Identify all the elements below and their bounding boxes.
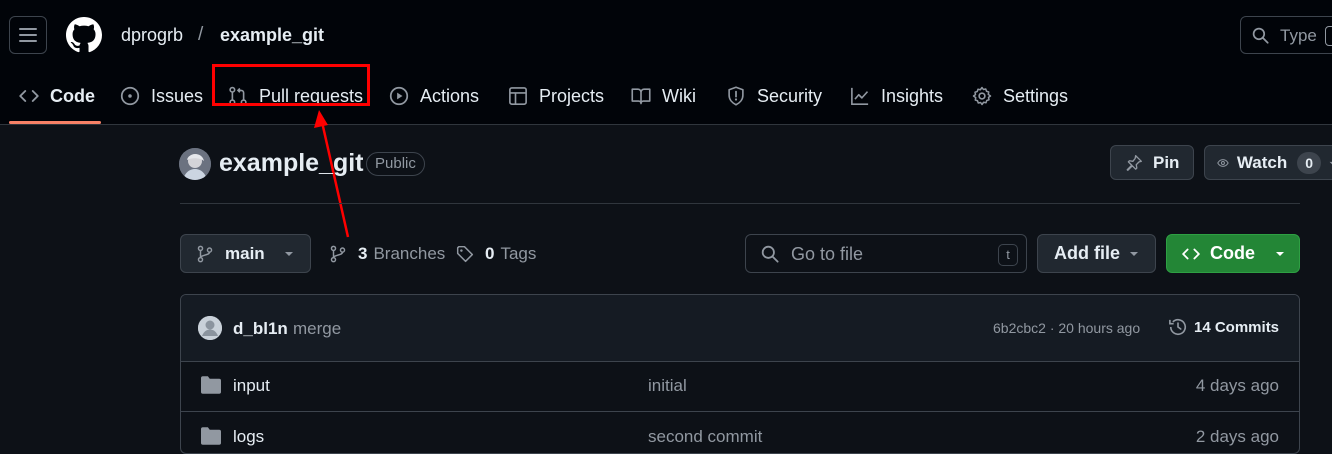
chevron-down-icon [285, 251, 293, 256]
search-shortcut: / [1325, 26, 1332, 46]
watch-label: Watch [1236, 152, 1288, 172]
branch-icon [330, 245, 346, 263]
breadcrumb-owner[interactable]: dprogrb [121, 25, 183, 46]
folder-icon [201, 427, 221, 445]
search-icon [761, 245, 779, 263]
tab-issues[interactable]: Issues [120, 80, 203, 112]
commit-author-avatar[interactable] [198, 316, 222, 340]
hamburger-icon [19, 28, 37, 42]
tags-label: Tags [500, 244, 537, 263]
add-file-label: Add file [1054, 243, 1120, 263]
file-age: 4 days ago [1195, 376, 1279, 395]
latest-commit-row: d_bl1n merge 6b2cbc2 · 20 hours ago 14 C… [181, 295, 1299, 362]
graph-icon [851, 87, 869, 105]
branches-label: Branches [373, 244, 446, 263]
shield-icon [728, 86, 744, 106]
commit-message[interactable]: merge [293, 319, 341, 339]
search-placeholder: Type [1280, 26, 1317, 45]
eye-icon [1217, 158, 1229, 167]
commits-link[interactable]: 14 Commits [1168, 317, 1279, 337]
title-divider [180, 203, 1300, 204]
code-button-label: Code [1210, 243, 1255, 263]
branch-selector[interactable]: main [180, 234, 311, 273]
github-avatar-icon [198, 316, 222, 340]
tab-actions-label: Actions [420, 85, 480, 106]
code-button[interactable]: Code [1166, 234, 1300, 273]
avatar-image [179, 148, 211, 180]
tab-security-label: Security [757, 85, 823, 106]
tab-insights[interactable]: Insights [850, 80, 943, 112]
book-icon [631, 88, 651, 105]
tab-actions[interactable]: Actions [389, 80, 479, 112]
pin-button[interactable]: Pin [1110, 145, 1194, 180]
watch-count: 0 [1297, 151, 1322, 174]
tab-code[interactable]: Code [19, 80, 95, 112]
tab-code-label: Code [50, 85, 95, 106]
tab-wiki-label: Wiki [662, 85, 696, 106]
code-icon [19, 90, 39, 102]
code-icon [1182, 248, 1200, 259]
tags-link[interactable]: 0 Tags [456, 244, 536, 264]
pin-icon [1126, 154, 1142, 171]
branch-name: main [225, 243, 265, 263]
open-menu-button[interactable] [9, 16, 47, 54]
tags-count: 0 [485, 244, 495, 263]
repo-owner-avatar[interactable] [179, 148, 211, 180]
file-name[interactable]: logs [233, 427, 264, 447]
chevron-down-icon [1130, 251, 1138, 256]
file-list: d_bl1n merge 6b2cbc2 · 20 hours ago 14 C… [180, 294, 1300, 454]
table-icon [509, 87, 527, 105]
tab-settings[interactable]: Settings [972, 80, 1068, 112]
file-commit-message[interactable]: initial [648, 376, 687, 396]
watch-button[interactable]: Watch 0 [1204, 145, 1332, 180]
repo-title[interactable]: example_git [219, 149, 364, 178]
folder-icon [201, 376, 221, 394]
visibility-badge: Public [366, 152, 425, 176]
file-commit-message[interactable]: second commit [648, 427, 762, 447]
tab-wiki[interactable]: Wiki [631, 80, 696, 112]
commits-label: 14 Commits [1194, 318, 1280, 336]
github-logo-icon[interactable] [66, 17, 102, 53]
active-tab-indicator [9, 121, 101, 124]
file-row-input[interactable]: input initial 4 days ago [181, 361, 1299, 412]
tab-security[interactable]: Security [726, 80, 822, 112]
play-icon [389, 86, 409, 106]
search-icon [1252, 27, 1269, 44]
history-icon [1169, 319, 1187, 336]
branch-icon [197, 245, 213, 262]
tab-projects[interactable]: Projects [508, 80, 604, 112]
pin-label: Pin [1153, 152, 1180, 172]
tab-projects-label: Projects [539, 85, 605, 106]
tab-settings-label: Settings [1003, 85, 1069, 106]
file-row-logs[interactable]: logs second commit 2 days ago [181, 412, 1299, 453]
search-input[interactable]: Type / [1240, 16, 1332, 54]
branches-count: 3 [358, 244, 368, 263]
add-file-button[interactable]: Add file [1037, 234, 1156, 273]
breadcrumb-repo[interactable]: example_git [220, 25, 324, 46]
go-to-file-placeholder: Go to file [791, 244, 864, 264]
repo-header: dprogrb / example_git Type / Code Issues… [0, 0, 1332, 125]
commit-author[interactable]: d_bl1n [233, 319, 288, 339]
go-to-file-input[interactable]: Go to file t [745, 234, 1027, 273]
go-to-file-shortcut: t [998, 244, 1018, 266]
tab-insights-label: Insights [881, 85, 944, 106]
chevron-down-icon [1276, 251, 1284, 256]
file-age: 2 days ago [1195, 427, 1279, 446]
branches-link[interactable]: 3 Branches [329, 244, 445, 264]
file-name[interactable]: input [233, 376, 270, 396]
pull-requests-highlight-box [212, 64, 370, 106]
breadcrumb-separator: / [198, 24, 204, 45]
tab-issues-label: Issues [151, 85, 204, 106]
issue-icon [120, 86, 140, 106]
commit-hash-time[interactable]: 6b2cbc2 · 20 hours ago [993, 320, 1140, 336]
gear-icon [972, 86, 992, 106]
tag-icon [456, 245, 474, 263]
